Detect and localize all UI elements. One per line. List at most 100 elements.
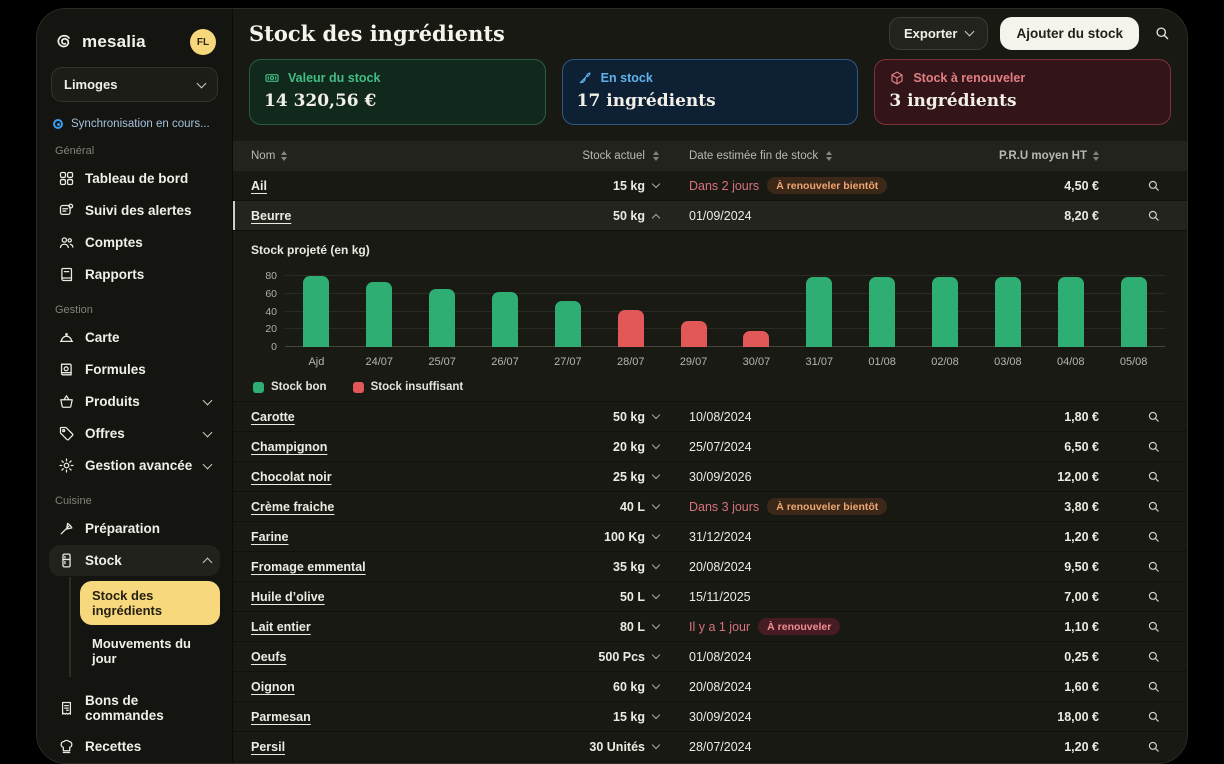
- export-button[interactable]: Exporter: [889, 17, 988, 50]
- sidebar-item-gestion-avancee[interactable]: Gestion avancée: [49, 450, 220, 481]
- row-search-icon[interactable]: [1146, 649, 1161, 664]
- table-row-creme-fraiche[interactable]: Crème fraiche40 LDans 3 joursÀ renouvele…: [233, 492, 1187, 522]
- bar-28-07[interactable]: [618, 310, 644, 347]
- sidebar-item-offres[interactable]: Offres: [49, 418, 220, 449]
- ingredient-name-link[interactable]: Huile d’olive: [251, 590, 509, 604]
- table-row-oeufs[interactable]: Oeufs500 Pcs01/08/20240,25 €: [233, 642, 1187, 672]
- bar-27-07[interactable]: [555, 301, 581, 347]
- sidebar-item-recettes[interactable]: Recettes: [49, 731, 220, 762]
- bar-30-07[interactable]: [743, 331, 769, 347]
- row-search-icon[interactable]: [1146, 619, 1161, 634]
- ingredient-name-link[interactable]: Fromage emmental: [251, 560, 509, 574]
- ingredient-name-link[interactable]: Oeufs: [251, 650, 509, 664]
- row-search-icon[interactable]: [1146, 589, 1161, 604]
- sidebar-item-bons-de-commandes[interactable]: Bons de commandes: [49, 686, 220, 730]
- row-search-icon[interactable]: [1146, 679, 1161, 694]
- sidebar-item-comptes[interactable]: Comptes: [49, 227, 220, 258]
- table-row-parmesan[interactable]: Parmesan15 kg30/09/202418,00 €: [233, 702, 1187, 732]
- sidebar-item-produits[interactable]: Produits: [49, 386, 220, 417]
- sidebar-submenu: Stock des ingrédientsMouvements du jour: [69, 577, 220, 677]
- table-row-champignon[interactable]: Champignon20 kg25/07/20246,50 €: [233, 432, 1187, 462]
- row-search-icon[interactable]: [1146, 178, 1161, 193]
- table-row-carotte[interactable]: Carotte50 kg10/08/20241,80 €: [233, 402, 1187, 432]
- ingredient-name-link[interactable]: Ail: [251, 179, 509, 193]
- bar-24-07[interactable]: [366, 282, 392, 347]
- row-search-icon[interactable]: [1146, 709, 1161, 724]
- table-row-chocolat-noir[interactable]: Chocolat noir25 kg30/09/202612,00 €: [233, 462, 1187, 492]
- sidebar-item-stock[interactable]: Stock: [49, 545, 220, 576]
- row-search-icon[interactable]: [1146, 409, 1161, 424]
- table-row-ail[interactable]: Ail15 kgDans 2 joursÀ renouveler bientôt…: [233, 171, 1187, 201]
- stock-cell[interactable]: 15 kg: [509, 710, 659, 724]
- bar-ajd[interactable]: [303, 276, 329, 347]
- table-row-fromage-emmental[interactable]: Fromage emmental35 kg20/08/20249,50 €: [233, 552, 1187, 582]
- search-icon[interactable]: [1153, 24, 1171, 42]
- ingredient-name-link[interactable]: Parmesan: [251, 710, 509, 724]
- bar-31-07[interactable]: [806, 277, 832, 347]
- ingredient-name-link[interactable]: Beurre: [251, 209, 509, 223]
- ingredient-name-link[interactable]: Persil: [251, 740, 509, 754]
- bar-03-08[interactable]: [995, 277, 1021, 347]
- stock-cell[interactable]: 40 L: [509, 500, 659, 514]
- row-search-icon[interactable]: [1146, 469, 1161, 484]
- stock-cell[interactable]: 50 kg: [509, 209, 659, 223]
- sidebar-item-tableau-de-bord[interactable]: Tableau de bord: [49, 163, 220, 194]
- stock-cell[interactable]: 15 kg: [509, 179, 659, 193]
- stock-cell[interactable]: 50 kg: [509, 410, 659, 424]
- bar-02-08[interactable]: [932, 277, 958, 347]
- row-search-icon[interactable]: [1146, 439, 1161, 454]
- row-search-icon[interactable]: [1146, 559, 1161, 574]
- stock-cell[interactable]: 60 kg: [509, 680, 659, 694]
- stock-cell[interactable]: 100 Kg: [509, 530, 659, 544]
- bar-05-08[interactable]: [1121, 277, 1147, 347]
- ingredient-name-link[interactable]: Crème fraiche: [251, 500, 509, 514]
- avatar[interactable]: FL: [190, 29, 216, 55]
- sidebar-subitem-stock-des-ingredients[interactable]: Stock des ingrédients: [80, 581, 220, 625]
- x-tick-label: 02/08: [914, 356, 977, 368]
- bar-26-07[interactable]: [492, 292, 518, 347]
- stock-cell[interactable]: 500 Pcs: [509, 650, 659, 664]
- bar-04-08[interactable]: [1058, 277, 1084, 347]
- row-search-icon[interactable]: [1146, 499, 1161, 514]
- sidebar-item-carte[interactable]: Carte: [49, 322, 220, 353]
- table-row-oignon[interactable]: Oignon60 kg20/08/20241,60 €: [233, 672, 1187, 702]
- bar-01-08[interactable]: [869, 277, 895, 347]
- bar-slot: [599, 269, 662, 347]
- date-cell: 01/08/2024: [659, 650, 949, 664]
- ingredient-name-link[interactable]: Chocolat noir: [251, 470, 509, 484]
- stock-cell[interactable]: 30 Unités: [509, 740, 659, 754]
- row-search-icon[interactable]: [1146, 208, 1161, 223]
- add-stock-button[interactable]: Ajouter du stock: [1000, 17, 1139, 50]
- stock-cell[interactable]: 20 kg: [509, 440, 659, 454]
- ingredient-name-link[interactable]: Carotte: [251, 410, 509, 424]
- sort-icon[interactable]: [826, 151, 832, 162]
- sidebar-item-rapports[interactable]: Rapports: [49, 259, 220, 290]
- chevron-up-icon: [203, 558, 213, 568]
- row-actions: [1099, 208, 1169, 223]
- price-cell: 1,60 €: [949, 680, 1099, 694]
- sort-icon[interactable]: [1093, 151, 1099, 162]
- table-row-persil[interactable]: Persil30 Unités28/07/20241,20 €: [233, 732, 1187, 762]
- bar-29-07[interactable]: [681, 321, 707, 347]
- table-row-lait-entier[interactable]: Lait entier80 LIl y a 1 jourÀ renouveler…: [233, 612, 1187, 642]
- table-row-beurre[interactable]: Beurre50 kg01/09/20248,20 €: [233, 201, 1187, 231]
- stock-cell[interactable]: 80 L: [509, 620, 659, 634]
- sidebar-item-suivi-des-alertes[interactable]: Suivi des alertes: [49, 195, 220, 226]
- bar-25-07[interactable]: [429, 289, 455, 347]
- sidebar-item-formules[interactable]: Formules: [49, 354, 220, 385]
- ingredient-name-link[interactable]: Lait entier: [251, 620, 509, 634]
- sort-icon[interactable]: [281, 151, 287, 162]
- ingredient-name-link[interactable]: Farine: [251, 530, 509, 544]
- stock-cell[interactable]: 50 L: [509, 590, 659, 604]
- stock-cell[interactable]: 25 kg: [509, 470, 659, 484]
- stock-cell[interactable]: 35 kg: [509, 560, 659, 574]
- table-row-huile-d-olive[interactable]: Huile d’olive50 L15/11/20257,00 €: [233, 582, 1187, 612]
- location-select[interactable]: Limoges: [51, 67, 218, 102]
- sidebar-subitem-mouvements-du-jour[interactable]: Mouvements du jour: [80, 629, 220, 673]
- row-search-icon[interactable]: [1146, 529, 1161, 544]
- ingredient-name-link[interactable]: Champignon: [251, 440, 509, 454]
- row-search-icon[interactable]: [1146, 739, 1161, 754]
- ingredient-name-link[interactable]: Oignon: [251, 680, 509, 694]
- table-row-farine[interactable]: Farine100 Kg31/12/20241,20 €: [233, 522, 1187, 552]
- sidebar-item-preparation[interactable]: Préparation: [49, 513, 220, 544]
